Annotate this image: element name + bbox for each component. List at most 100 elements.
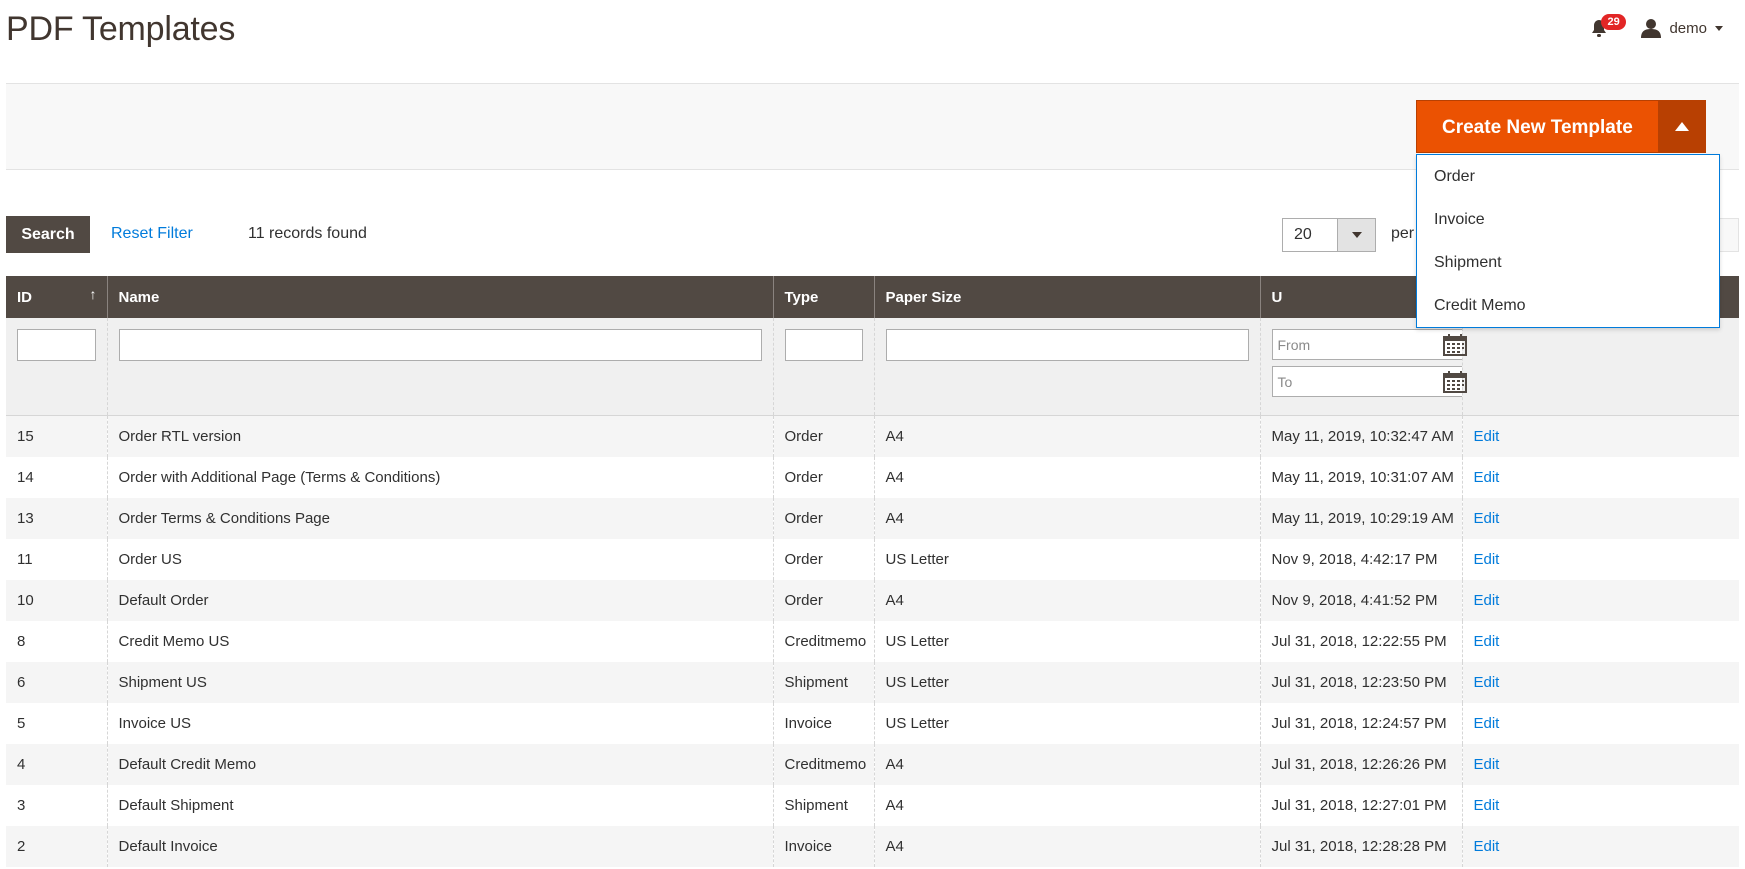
cell-type: Creditmemo [772,620,874,662]
username: demo [1669,19,1707,37]
table-row[interactable]: 15 Order RTL version Order A4 May 11, 2019, … [6,415,1739,457]
table-row[interactable]: 3 Default Shipment Shipment A4 Jul 31, 2018,… [6,784,1739,826]
table-row[interactable]: 8 Credit Memo US Creditmemo US Letter Jul 31… [6,620,1739,662]
cell-name: Default Shipment [106,784,773,826]
page-size-select[interactable]: 20 [1282,218,1376,252]
paper-size-filter-input[interactable] [885,329,1249,361]
create-new-template-button[interactable]: Create New Template [1416,100,1658,153]
cell-name: Credit Memo US [106,620,773,662]
type-filter-input[interactable] [784,329,863,361]
table-row[interactable]: 14 Order with Additional Page (Terms & Co… [6,456,1739,498]
user-menu[interactable]: demo [1641,18,1723,38]
templates-grid: ID ↑ Name Type Paper Size U From To 15 O… [6,276,1739,867]
per-page-label: per [1391,225,1415,242]
cell-action: Edit [1461,702,1739,744]
cell-type: Creditmemo [772,743,874,785]
table-row[interactable]: 10 Default Order Order A4 Nov 9, 2018, 4:41:… [6,579,1739,621]
page-title: PDF Templates [6,10,236,48]
filter-row: From To [6,318,1739,416]
edit-link[interactable]: Edit [1474,510,1500,527]
page-size-arrow [1337,219,1375,251]
cell-paper-size: US Letter [873,620,1260,662]
cell-paper-size: A4 [873,784,1260,826]
cell-name: Invoice US [106,702,773,744]
edit-link[interactable]: Edit [1474,428,1500,445]
edit-link[interactable]: Edit [1474,756,1500,773]
date-to-input[interactable]: To [1271,366,1473,397]
filter-cell-paper [873,318,1260,416]
cell-id: 3 [6,784,107,826]
cell-name: Order with Additional Page (Terms & Cond… [106,456,773,498]
dropdown-item-order[interactable]: Order [1417,155,1719,198]
table-row[interactable]: 4 Default Credit Memo Creditmemo A4 Jul 31, … [6,743,1739,785]
cell-updated: Nov 9, 2018, 4:41:52 PM [1259,579,1462,621]
cell-name: Shipment US [106,661,773,703]
calendar-icon[interactable] [1442,333,1467,356]
calendar-icon[interactable] [1442,370,1467,393]
table-row[interactable]: 2 Default Invoice Invoice A4 Jul 31, 2018, 1… [6,825,1739,867]
dropdown-item-credit-memo[interactable]: Credit Memo [1417,284,1719,327]
cell-paper-size: A4 [873,579,1260,621]
edit-link[interactable]: Edit [1474,838,1500,855]
cell-type: Order [772,415,874,457]
cell-paper-size: A4 [873,497,1260,539]
cell-action: Edit [1461,784,1739,826]
cell-action: Edit [1461,497,1739,539]
id-filter-input[interactable] [17,329,96,361]
cell-id: 15 [6,415,107,457]
cell-id: 13 [6,497,107,539]
column-header-type[interactable]: Type [772,276,874,318]
chevron-down-icon [1351,232,1362,238]
edit-link[interactable]: Edit [1474,674,1500,691]
page-size-value: 20 [1294,226,1312,243]
dropdown-item-invoice[interactable]: Invoice [1417,198,1719,241]
cell-action: Edit [1461,579,1739,621]
edit-link[interactable]: Edit [1474,551,1500,568]
search-button[interactable]: Search [6,216,90,253]
user-icon [1641,19,1662,38]
records-found: 11 records found [248,225,367,242]
cell-paper-size: A4 [873,825,1260,867]
date-from-placeholder: From [1277,336,1311,353]
dropdown-item-shipment[interactable]: Shipment [1417,241,1719,284]
table-row[interactable]: 13 Order Terms & Conditions Page Order A4 Ma… [6,497,1739,539]
edit-link[interactable]: Edit [1474,469,1500,486]
column-header-paper-size[interactable]: Paper Size [873,276,1260,318]
filter-cell-date: From To [1259,318,1473,416]
table-row[interactable]: 11 Order US Order US Letter Nov 9, 2018, 4:4… [6,538,1739,580]
cell-action: Edit [1461,538,1739,580]
cell-name: Order Terms & Conditions Page [106,497,773,539]
header-actions: 29 demo [1589,14,1723,42]
create-template-toggle[interactable] [1657,100,1706,153]
cell-type: Shipment [772,661,874,703]
edit-link[interactable]: Edit [1474,797,1500,814]
cell-id: 14 [6,456,107,498]
cell-updated: Jul 31, 2018, 12:28:28 PM [1259,825,1462,867]
reset-filter-link[interactable]: Reset Filter [111,225,193,243]
edit-link[interactable]: Edit [1474,633,1500,650]
cell-action: Edit [1461,415,1739,457]
table-row[interactable]: 6 Shipment US Shipment US Letter Jul 31, 201… [6,661,1739,703]
cell-type: Invoice [772,702,874,744]
cell-type: Order [772,579,874,621]
cell-paper-size: US Letter [873,538,1260,580]
date-from-input[interactable]: From [1271,329,1473,360]
edit-link[interactable]: Edit [1474,715,1500,732]
column-header-name[interactable]: Name [106,276,773,318]
filter-cell-action [1461,318,1739,416]
cell-updated: Jul 31, 2018, 12:26:26 PM [1259,743,1462,785]
filter-cell-name [106,318,773,416]
create-template-split-button: Create New Template [1416,100,1706,153]
edit-link[interactable]: Edit [1474,592,1500,609]
table-row[interactable]: 5 Invoice US Invoice US Letter Jul 31, 2018,… [6,702,1739,744]
name-filter-input[interactable] [118,329,762,361]
column-header-id[interactable]: ID ↑ [6,276,107,318]
cell-id: 8 [6,620,107,662]
chevron-up-icon [1674,122,1689,131]
cell-id: 5 [6,702,107,744]
cell-paper-size: US Letter [873,661,1260,703]
cell-paper-size: A4 [873,456,1260,498]
cell-updated: Nov 9, 2018, 4:42:17 PM [1259,538,1462,580]
notifications-button[interactable]: 29 [1589,14,1626,42]
cell-type: Order [772,538,874,580]
